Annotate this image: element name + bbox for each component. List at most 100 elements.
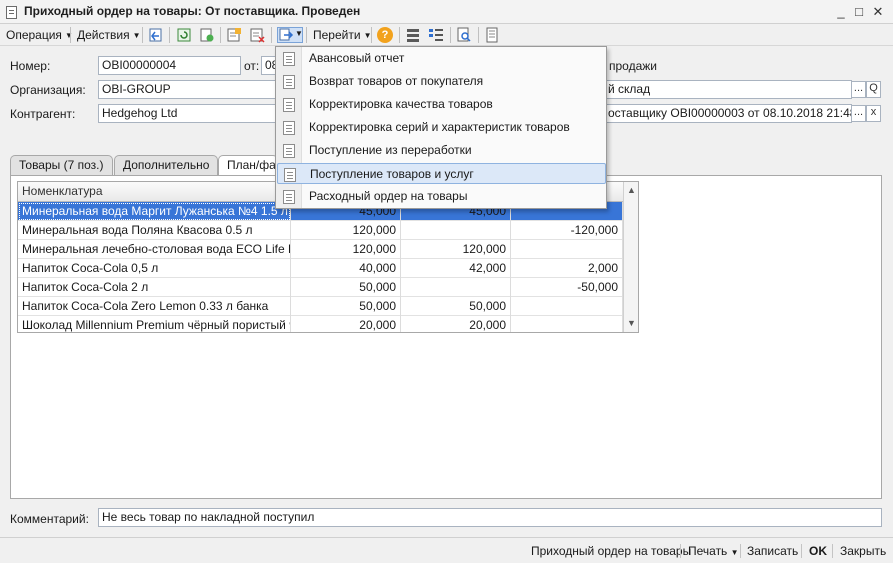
- table-scrollbar[interactable]: ▲ ▼: [623, 182, 638, 332]
- footer-bar: Приходный ордер на товары Печать ▼ Запис…: [0, 537, 893, 563]
- cell-quantity[interactable]: 42,000: [401, 259, 511, 278]
- cell-nomenclature[interactable]: Напиток Coca-Cola 2 л: [18, 278, 291, 297]
- dropdown-menu-item[interactable]: Поступление товаров и услуг: [277, 163, 606, 184]
- scroll-down-icon[interactable]: ▼: [626, 317, 637, 329]
- dropdown-menu-item[interactable]: Возврат товаров от покупателя: [277, 71, 606, 92]
- print-menu-button[interactable]: Печать ▼: [688, 542, 739, 560]
- title-bar: Приходный ордер на товары: От поставщика…: [0, 0, 893, 24]
- cell-quantity[interactable]: 20,000: [401, 316, 511, 332]
- ok-button[interactable]: OK: [809, 542, 827, 560]
- toolbar-separator: [399, 27, 400, 43]
- table-row[interactable]: Напиток Coca-Cola 2 л 50,000 -50,000: [18, 278, 623, 297]
- actions-menu[interactable]: Действия ▼: [73, 26, 145, 44]
- tab-additional[interactable]: Дополнительно: [114, 155, 219, 175]
- create-based-on-icon: [279, 28, 294, 41]
- dropdown-menu-item-label: Расходный ордер на товары: [309, 189, 468, 203]
- cell-nomenclature[interactable]: Минеральная лечебно-столовая вода ECO Li…: [18, 240, 291, 259]
- create-based-on-button[interactable]: ▼: [277, 27, 303, 43]
- cell-nomenclature[interactable]: Напиток Coca-Cola Zero Lemon 0.33 л банк…: [18, 297, 291, 316]
- basis-document-field[interactable]: оставщику OBI00000003 от 08.10.2018 21:4…: [604, 104, 852, 123]
- cell-nomenclature[interactable]: Шоколад Millennium Premium чёрный порист…: [18, 316, 291, 332]
- preview-icon[interactable]: [456, 27, 472, 43]
- goto-menu[interactable]: Перейти ▼: [309, 26, 375, 44]
- document-icon: [6, 6, 17, 19]
- document-icon: [284, 168, 296, 182]
- sale-checkbox-label: продажи: [609, 59, 657, 73]
- table-row[interactable]: Напиток Coca-Cola 0,5 л 40,000 42,000 2,000: [18, 259, 623, 278]
- comment-field[interactable]: Не весь товар по накладной поступил: [98, 508, 882, 527]
- tab-plan-fact[interactable]: План/фа: [218, 155, 278, 176]
- cell-quantity[interactable]: 120,000: [291, 221, 401, 240]
- print-doc-button[interactable]: Приходный ордер на товары: [531, 542, 691, 560]
- cell-nomenclature[interactable]: Минеральная вода Поляна Квасова 0.5 л: [18, 221, 291, 240]
- refresh-icon[interactable]: [176, 27, 192, 43]
- dropdown-menu-item[interactable]: Расходный ордер на товары: [277, 186, 606, 207]
- create-based-on-dropdown: Авансовый отчет Возврат товаров от покупа…: [275, 46, 607, 209]
- clear-icon[interactable]: x: [866, 105, 881, 122]
- toolbar-separator: [142, 27, 143, 43]
- dropdown-menu-item-label: Поступление из переработки: [309, 143, 472, 157]
- maximize-button[interactable]: □: [850, 3, 868, 21]
- warehouse-field[interactable]: й склад: [604, 80, 852, 99]
- list-settings-icon[interactable]: [428, 27, 444, 43]
- help-button[interactable]: ?: [377, 27, 393, 43]
- tab-goods[interactable]: Товары (7 поз.): [10, 155, 113, 175]
- cell-nomenclature[interactable]: Минеральная вода Маргит Лужанська №4 1.5…: [18, 202, 291, 221]
- dropdown-menu-item[interactable]: Авансовый отчет: [277, 48, 606, 69]
- minimize-button[interactable]: _: [832, 3, 850, 21]
- basis-select-button[interactable]: ...: [851, 105, 866, 122]
- post-document-icon[interactable]: [226, 27, 242, 43]
- date-label: от:: [244, 59, 260, 73]
- move-up-icon[interactable]: [148, 27, 164, 43]
- dropdown-menu-item-label: Корректировка качества товаров: [309, 97, 493, 111]
- cell-quantity[interactable]: [401, 278, 511, 297]
- cell-quantity[interactable]: -120,000: [511, 221, 623, 240]
- copy-doc-icon[interactable]: [199, 27, 215, 43]
- chevron-down-icon: ▼: [132, 30, 141, 40]
- warehouse-select-button[interactable]: ...: [851, 81, 866, 98]
- footer-separator: [801, 544, 802, 558]
- cell-quantity[interactable]: 40,000: [291, 259, 401, 278]
- table-row[interactable]: Минеральная лечебно-столовая вода ECO Li…: [18, 240, 623, 259]
- goto-menu-label: Перейти: [313, 28, 361, 42]
- column-header-nomenclature[interactable]: Номенклатура: [18, 182, 291, 202]
- chevron-down-icon: ▼: [64, 30, 73, 40]
- cell-quantity[interactable]: 120,000: [401, 240, 511, 259]
- number-field[interactable]: OBI00000004: [98, 56, 241, 75]
- footer-separator: [680, 544, 681, 558]
- table-row[interactable]: Минеральная вода Поляна Квасова 0.5 л 120…: [18, 221, 623, 240]
- cell-quantity[interactable]: [401, 221, 511, 240]
- unpost-document-icon[interactable]: [249, 27, 265, 43]
- cell-quantity[interactable]: 50,000: [291, 278, 401, 297]
- report-icon[interactable]: [484, 27, 500, 43]
- cell-quantity[interactable]: 2,000: [511, 259, 623, 278]
- cell-quantity[interactable]: 50,000: [291, 297, 401, 316]
- structure-icon[interactable]: [405, 27, 421, 43]
- cell-quantity[interactable]: -50,000: [511, 278, 623, 297]
- cell-quantity[interactable]: 50,000: [401, 297, 511, 316]
- save-button[interactable]: Записать: [747, 542, 798, 560]
- table-row[interactable]: Шоколад Millennium Premium чёрный порист…: [18, 316, 623, 332]
- scroll-up-icon[interactable]: ▲: [626, 184, 637, 196]
- window-title: Приходный ордер на товары: От поставщика…: [24, 4, 361, 18]
- cell-nomenclature[interactable]: Напиток Coca-Cola 0,5 л: [18, 259, 291, 278]
- organization-field[interactable]: OBI-GROUP: [98, 80, 279, 99]
- cell-quantity[interactable]: [511, 316, 623, 332]
- cell-quantity[interactable]: 120,000: [291, 240, 401, 259]
- number-label: Номер:: [10, 59, 51, 73]
- close-window-button[interactable]: ✕: [869, 3, 887, 21]
- cell-quantity[interactable]: [511, 297, 623, 316]
- operation-menu[interactable]: Операция ▼: [2, 26, 77, 44]
- dropdown-menu-item[interactable]: Поступление из переработки: [277, 140, 606, 161]
- close-button[interactable]: Закрыть: [840, 542, 886, 560]
- search-icon[interactable]: Q: [866, 81, 881, 98]
- dropdown-menu-item-label: Поступление товаров и услуг: [310, 167, 474, 181]
- dropdown-menu-item[interactable]: Корректировка качества товаров: [277, 94, 606, 115]
- table-row[interactable]: Напиток Coca-Cola Zero Lemon 0.33 л банк…: [18, 297, 623, 316]
- cell-quantity[interactable]: [511, 240, 623, 259]
- dropdown-menu-item[interactable]: Корректировка серий и характеристик това…: [277, 117, 606, 138]
- dropdown-menu-item-label: Возврат товаров от покупателя: [309, 74, 484, 88]
- toolbar-separator: [70, 27, 71, 43]
- cell-quantity[interactable]: 20,000: [291, 316, 401, 332]
- contractor-field[interactable]: Hedgehog Ltd: [98, 104, 279, 123]
